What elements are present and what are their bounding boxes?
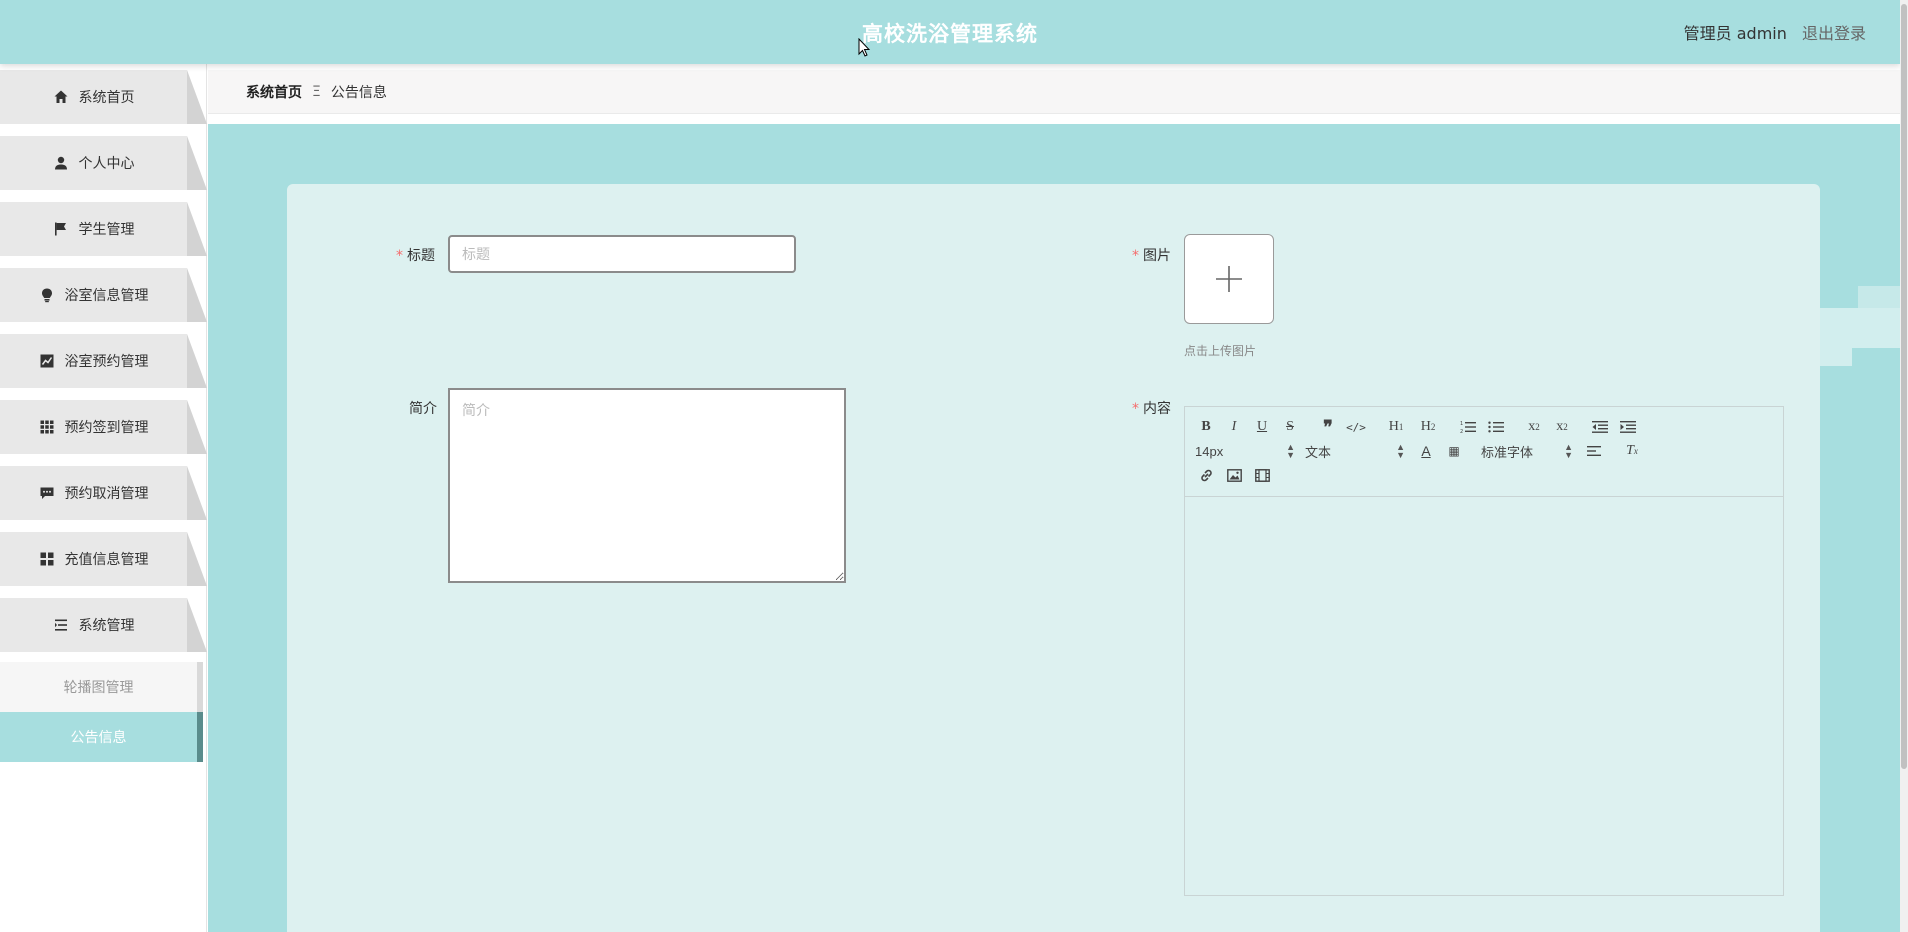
breadcrumb-separator: Ξ (312, 83, 321, 100)
sidebar-item-cancel[interactable]: 预约取消管理 (0, 460, 207, 526)
editor-toolbar: B I U S ❞ </> H1 H2 12 x2 x2 14px ▲ ▼ 文本… (1185, 407, 1783, 497)
background-color-icon[interactable]: ▦ (1443, 440, 1465, 462)
sidebar-item-recharge[interactable]: 充值信息管理 (0, 526, 207, 592)
decorative-block (1820, 348, 1852, 366)
sidebar-tab[interactable]: 浴室信息管理 (0, 268, 207, 322)
bullet-list-icon[interactable] (1485, 416, 1507, 438)
sidebar-tab[interactable]: 预约取消管理 (0, 466, 207, 520)
sidebar-item-system[interactable]: 系统管理 (0, 592, 207, 658)
font-family-select[interactable]: 标准字体 ▲ ▼ (1481, 440, 1573, 462)
sidebar-item-label: 浴室预约管理 (64, 354, 149, 370)
font-size-select[interactable]: 14px ▲ ▼ (1195, 440, 1295, 462)
chart-icon (39, 353, 55, 369)
ordered-list-icon[interactable]: 12 (1457, 416, 1479, 438)
summary-textarea[interactable] (448, 388, 846, 583)
sidebar-item-profile[interactable]: 个人中心 (0, 130, 207, 196)
sidebar-tab[interactable]: 个人中心 (0, 136, 207, 190)
clear-format-icon[interactable]: Tx (1621, 440, 1643, 462)
sidebar-item-label: 个人中心 (78, 156, 135, 172)
superscript-icon[interactable]: x2 (1551, 416, 1573, 438)
bold-icon[interactable]: B (1195, 416, 1217, 438)
scrollbar-thumb[interactable] (1901, 4, 1907, 769)
comment-icon (39, 485, 55, 501)
sidebar-item-bathroom-info[interactable]: 浴室信息管理 (0, 262, 207, 328)
header-select[interactable]: 文本 ▲ ▼ (1305, 440, 1405, 462)
image-label: * 图片 (1132, 248, 1171, 264)
sidebar-item-bathroom-booking[interactable]: 浴室预约管理 (0, 328, 207, 394)
plus-icon (1216, 266, 1242, 292)
svg-text:1: 1 (1460, 421, 1463, 427)
sidebar-item-label: 系统首页 (78, 90, 135, 106)
heading1-icon[interactable]: H1 (1383, 416, 1409, 438)
sidebar-item-label: 充值信息管理 (64, 552, 149, 568)
summary-label: 简介 (409, 401, 437, 417)
sidebar-item-label: 系统管理 (78, 618, 135, 634)
outdent-icon[interactable] (1589, 416, 1611, 438)
image-icon[interactable] (1223, 464, 1245, 486)
blockquote-icon[interactable]: ❞ (1317, 416, 1339, 438)
video-icon[interactable] (1251, 464, 1273, 486)
svg-text:2: 2 (1460, 429, 1463, 434)
sidebar-tab[interactable]: 学生管理 (0, 202, 207, 256)
flag-icon (53, 221, 69, 237)
list-icon (53, 617, 69, 633)
user-label: 管理员 admin (1683, 24, 1787, 43)
user-icon (53, 155, 69, 171)
breadcrumb: 系统首页 Ξ 公告信息 (208, 70, 1900, 114)
sidebar-tab[interactable]: 预约签到管理 (0, 400, 207, 454)
page-scrollbar[interactable] (1900, 0, 1908, 932)
logout-link[interactable]: 退出登录 (1802, 24, 1866, 43)
align-icon[interactable] (1583, 440, 1605, 462)
title-label: * 标题 (396, 248, 435, 264)
sidebar-item-students[interactable]: 学生管理 (0, 196, 207, 262)
editor-content-area[interactable] (1185, 498, 1783, 895)
sidebar-item-label: 预约签到管理 (64, 420, 149, 436)
upload-hint: 点击上传图片 (1184, 344, 1257, 358)
breadcrumb-current: 公告信息 (330, 84, 387, 101)
strikethrough-icon[interactable]: S (1279, 416, 1301, 438)
sidebar-item-checkin[interactable]: 预约签到管理 (0, 394, 207, 460)
user-area: 管理员 admin 退出登录 (1674, 20, 1866, 44)
home-icon (53, 89, 69, 105)
link-icon[interactable] (1195, 464, 1217, 486)
content-label: * 内容 (1132, 401, 1171, 417)
sidebar-item-label: 学生管理 (78, 222, 135, 238)
bulb-icon (39, 287, 55, 303)
rich-text-editor: B I U S ❞ </> H1 H2 12 x2 x2 14px ▲ ▼ 文本… (1184, 406, 1784, 896)
heading2-icon[interactable]: H2 (1415, 416, 1441, 438)
apps-icon (39, 551, 55, 567)
sidebar-tab[interactable]: 系统管理 (0, 598, 207, 652)
breadcrumb-home[interactable]: 系统首页 (246, 82, 302, 102)
sidebar-tab[interactable]: 充值信息管理 (0, 532, 207, 586)
underline-icon[interactable]: U (1251, 416, 1273, 438)
code-icon[interactable]: </> (1345, 416, 1367, 438)
sidebar-tab[interactable]: 系统首页 (0, 70, 207, 124)
subscript-icon[interactable]: x2 (1523, 416, 1545, 438)
sidebar: 系统首页 个人中心 学生管理 浴室信息管理 浴室预约管理 预约签到管理 预约取消… (0, 64, 207, 932)
mouse-cursor-icon (858, 38, 870, 57)
indent-icon[interactable] (1617, 416, 1639, 438)
top-header: 高校洗浴管理系统 管理员 admin 退出登录 (0, 0, 1900, 64)
submenu-item-announcements[interactable]: 公告信息 (0, 712, 203, 762)
sidebar-tab[interactable]: 浴室预约管理 (0, 334, 207, 388)
text-color-icon[interactable]: A (1415, 440, 1437, 462)
sidebar-item-label: 预约取消管理 (64, 486, 149, 502)
title-input[interactable] (448, 235, 796, 273)
system-submenu: 轮播图管理 公告信息 (0, 662, 207, 762)
decorative-block (1820, 308, 1900, 348)
system-title: 高校洗浴管理系统 (862, 22, 1038, 46)
sidebar-item-home[interactable]: 系统首页 (0, 64, 207, 130)
sidebar-item-label: 浴室信息管理 (64, 288, 149, 304)
italic-icon[interactable]: I (1223, 416, 1245, 438)
submenu-item-carousel[interactable]: 轮播图管理 (0, 662, 203, 712)
grid-icon (39, 419, 55, 435)
image-upload-button[interactable] (1184, 234, 1274, 324)
